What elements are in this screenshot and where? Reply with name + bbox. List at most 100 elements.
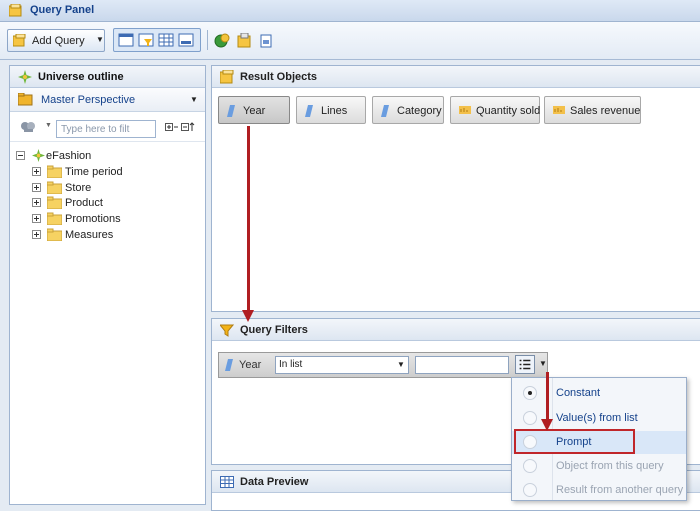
universe-outline-panel: Universe outline Master Perspective ▼ ▼ …: [9, 65, 206, 505]
filter-value-input[interactable]: [415, 356, 509, 374]
result-object-year[interactable]: Year: [218, 96, 290, 124]
result-objects-header: Result Objects: [212, 66, 700, 88]
folder-icon: [47, 228, 62, 241]
refresh-data-icon[interactable]: [214, 33, 230, 49]
result-object-lines[interactable]: Lines: [296, 96, 366, 124]
folder-icon: [47, 165, 62, 178]
table-icon: [220, 476, 234, 488]
layout-icon[interactable]: [178, 32, 195, 48]
universe-icon: [32, 149, 45, 162]
window-title: Query Panel: [30, 4, 95, 16]
data-preview-icon[interactable]: [158, 32, 175, 48]
search-options-icon[interactable]: [20, 120, 40, 134]
universe-icon: [18, 70, 32, 84]
perspective-selector[interactable]: Master Perspective ▼: [10, 88, 205, 112]
expand-toggle-icon[interactable]: [32, 167, 41, 176]
tree-node-label: Product: [65, 197, 103, 209]
menu-item-label: Value(s) from list: [556, 412, 638, 424]
dimension-icon: [305, 105, 313, 117]
chevron-down-icon[interactable]: ▼: [96, 35, 104, 44]
dimension-icon: [225, 359, 233, 371]
annotation-arrowhead: [242, 310, 254, 322]
add-query-label: Add Query: [32, 35, 85, 47]
universe-outline-header: Universe outline: [10, 66, 205, 88]
chevron-down-icon[interactable]: ▼: [45, 122, 52, 129]
result-object-label: Quantity sold: [476, 105, 541, 117]
result-objects-panel: Result Objects Year Lines Category Quant…: [211, 65, 700, 312]
chevron-down-icon[interactable]: ▼: [397, 360, 405, 369]
result-objects-icon: [220, 70, 234, 84]
filter-view-icon[interactable]: [138, 32, 155, 48]
menu-item-label: Result from another query: [556, 484, 684, 496]
perspective-icon: [18, 93, 33, 106]
menu-item-values-from-list[interactable]: Value(s) from list: [512, 407, 686, 430]
result-objects-body[interactable]: Year Lines Category Quantity sold Sales …: [212, 88, 700, 311]
expand-toggle-icon[interactable]: [32, 214, 41, 223]
result-object-label: Year: [243, 105, 266, 117]
result-object-category[interactable]: Category: [372, 96, 444, 124]
menu-item-constant[interactable]: Constant: [512, 382, 686, 405]
perspective-label: Master Perspective: [41, 94, 136, 106]
menu-item-label: Constant: [556, 387, 601, 399]
filter-object-label: Year: [239, 359, 262, 371]
chevron-down-icon[interactable]: ▼: [190, 95, 198, 104]
query-properties-icon[interactable]: [236, 33, 252, 49]
folder-icon: [47, 181, 62, 194]
filter-operator-value: In list: [279, 359, 303, 370]
filter-row-year[interactable]: Year In list ▼ ▼: [218, 352, 548, 378]
tree-node-label: Time period: [65, 166, 123, 178]
annotation-arrowhead: [541, 419, 553, 431]
operand-type-icon[interactable]: [515, 355, 535, 374]
radio-icon: [523, 483, 537, 497]
view-script-icon[interactable]: [258, 33, 274, 49]
prompt-highlight-box: [514, 429, 635, 454]
universe-outline-title: Universe outline: [38, 71, 124, 83]
result-object-label: Sales revenue: [570, 105, 641, 117]
menu-item-object-from-query: Object from this query: [512, 455, 686, 478]
tree-node-label: Store: [65, 182, 92, 194]
query-filters-header: Query Filters: [212, 319, 700, 341]
dimension-icon: [227, 105, 235, 117]
folder-icon: [47, 212, 62, 225]
folder-icon: [47, 196, 62, 209]
radio-icon: [523, 411, 537, 425]
add-query-button[interactable]: Add Query ▼: [7, 29, 105, 52]
expand-toggle-icon[interactable]: [32, 183, 41, 192]
filter-operator-select[interactable]: In list ▼: [275, 356, 409, 374]
view-toggle-group: [113, 28, 201, 52]
outline-search-input[interactable]: [56, 120, 156, 138]
query-view-icon[interactable]: [118, 32, 135, 48]
collapse-all-icon[interactable]: [181, 121, 195, 133]
data-preview-title: Data Preview: [240, 476, 309, 488]
annotation-arrow-line: [546, 372, 549, 422]
toolbar: Add Query ▼: [0, 22, 700, 60]
add-query-icon: [13, 34, 26, 47]
expand-toggle-icon[interactable]: [32, 230, 41, 239]
tree-node-label: Measures: [65, 229, 114, 241]
expand-all-icon[interactable]: [165, 121, 179, 133]
collapse-toggle-icon[interactable]: [16, 151, 25, 160]
radio-icon: [523, 459, 537, 473]
filter-icon: [220, 324, 234, 337]
window-title-bar: Query Panel: [0, 0, 700, 22]
measure-icon: [459, 106, 471, 114]
menu-item-result-from-another-query: Result from another query: [512, 479, 686, 502]
dimension-icon: [381, 105, 389, 117]
result-objects-title: Result Objects: [240, 71, 318, 83]
result-object-sales-revenue[interactable]: Sales revenue: [544, 96, 641, 124]
chevron-down-icon[interactable]: ▼: [539, 359, 547, 368]
measure-icon: [553, 106, 565, 114]
tree-node-label: eFashion: [46, 150, 92, 162]
result-object-label: Category: [397, 105, 442, 117]
query-panel-icon: [9, 4, 22, 17]
result-object-label: Lines: [321, 105, 348, 117]
annotation-arrow-line: [247, 126, 250, 312]
tree-node-label: Promotions: [65, 213, 121, 225]
result-object-quantity-sold[interactable]: Quantity sold: [450, 96, 540, 124]
query-filters-title: Query Filters: [240, 324, 308, 336]
radio-selected-icon: [523, 386, 537, 400]
toolbar-separator: [207, 30, 208, 50]
outline-search-row: ▼: [10, 114, 205, 142]
expand-toggle-icon[interactable]: [32, 198, 41, 207]
menu-item-label: Object from this query: [556, 460, 664, 472]
